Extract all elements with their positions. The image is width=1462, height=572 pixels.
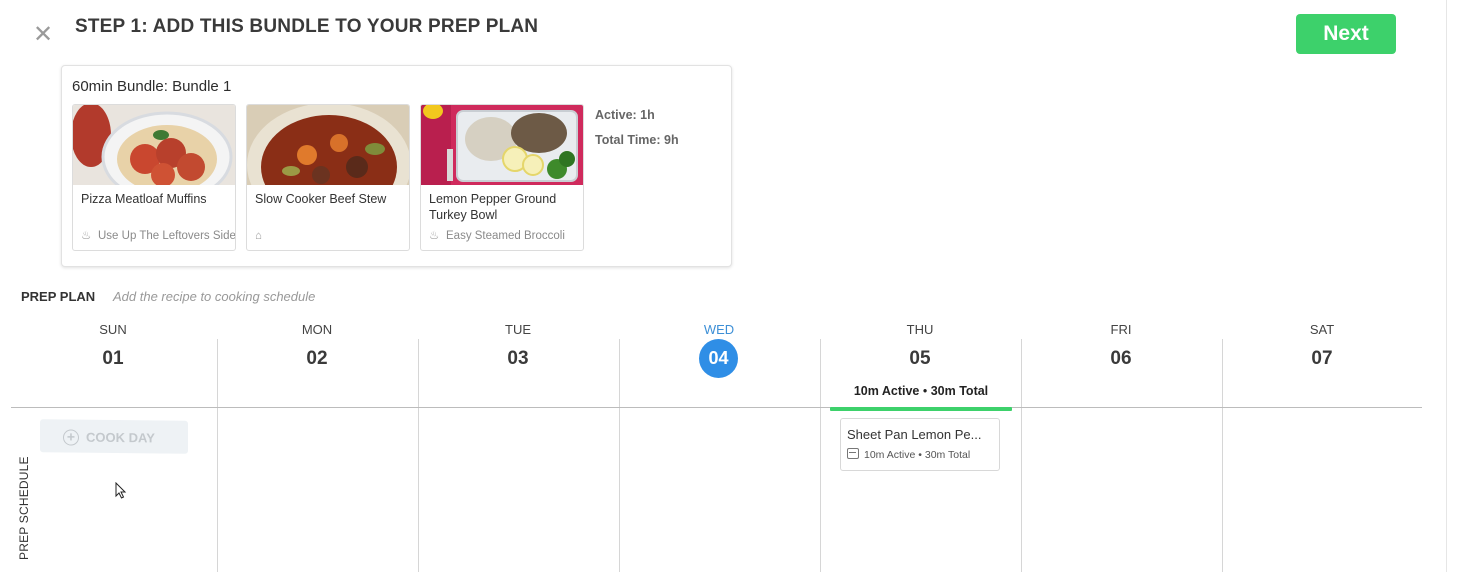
recipe-card-pizza-meatloaf-muffins[interactable]: Pizza Meatloaf Muffins ♨ Use Up The Lefto…: [72, 104, 236, 251]
scheduled-recipe-card[interactable]: Sheet Pan Lemon Pe... 10m Active • 30m T…: [840, 418, 1000, 471]
recipe-photo: [421, 105, 583, 185]
day-number-fri[interactable]: 06: [1021, 348, 1221, 370]
prep-schedule-label: PREP SCHEDULE: [17, 456, 31, 560]
next-button[interactable]: Next: [1296, 14, 1396, 54]
day-number-thu[interactable]: 05: [820, 348, 1020, 370]
recipe-side: ♨ Easy Steamed Broccoli: [429, 230, 565, 242]
column-divider: [1021, 339, 1022, 572]
column-divider: [820, 339, 821, 572]
oven-icon: [847, 448, 859, 459]
recipe-card-slow-cooker-beef-stew[interactable]: Slow Cooker Beef Stew ⌂: [246, 104, 410, 251]
close-icon[interactable]: ✕: [30, 22, 56, 48]
bundle-title: 60min Bundle: Bundle 1: [72, 78, 232, 95]
add-cook-day-button[interactable]: + COOK DAY: [40, 419, 188, 454]
day-number-sat[interactable]: 07: [1222, 348, 1422, 370]
day-name-thu: THU: [906, 322, 934, 337]
recipe-name: Lemon Pepper Ground Turkey Bowl: [429, 192, 557, 222]
bundle-card: 60min Bundle: Bundle 1 Pizza Meatloaf Mu…: [61, 65, 732, 267]
recipe-photo: [247, 105, 409, 185]
day-number-wed-today[interactable]: 04: [699, 339, 738, 378]
recipe-name: Slow Cooker Beef Stew: [255, 192, 387, 206]
day-name-sun: SUN: [99, 322, 127, 337]
day-name-tue: TUE: [505, 322, 531, 337]
bundle-total-time: Total Time: 9h: [595, 133, 679, 147]
column-divider: [217, 339, 218, 572]
day-name-fri: FRI: [1110, 322, 1132, 337]
recipe-card-lemon-pepper-turkey-bowl[interactable]: Lemon Pepper Ground Turkey Bowl ♨ Easy St…: [420, 104, 584, 251]
column-divider: [1222, 339, 1223, 572]
thu-summary-bar: [830, 407, 1012, 411]
scrollbar-edge: [1446, 0, 1447, 572]
prep-plan-label: PREP PLAN: [21, 289, 96, 304]
day-name-sat: SAT: [1309, 322, 1335, 337]
mouse-cursor-icon: [115, 481, 127, 505]
steam-icon: ♨: [81, 230, 92, 242]
day-number-tue[interactable]: 03: [418, 348, 618, 370]
page-title: STEP 1: ADD THIS BUNDLE TO YOUR PREP PLA…: [75, 16, 539, 37]
column-divider: [418, 339, 419, 572]
slow-cooker-icon: ⌂: [255, 230, 262, 242]
prep-plan-modal: ✕ STEP 1: ADD THIS BUNDLE TO YOUR PREP P…: [0, 0, 1462, 572]
day-name-mon: MON: [301, 322, 333, 337]
column-divider: [619, 339, 620, 572]
scheduled-recipe-meta: 10m Active • 30m Total: [847, 448, 970, 461]
thu-time-summary: 10m Active • 30m Total: [853, 384, 989, 398]
day-name-wed: WED: [703, 322, 735, 337]
schedule-header-divider: [11, 407, 1422, 408]
day-number-sun[interactable]: 01: [13, 348, 213, 370]
recipe-name: Pizza Meatloaf Muffins: [81, 192, 207, 206]
bundle-active-time: Active: 1h: [595, 108, 655, 122]
plus-circle-icon: +: [63, 429, 79, 446]
recipe-side: ⌂: [255, 230, 409, 242]
steam-icon: ♨: [429, 230, 440, 242]
day-number-mon[interactable]: 02: [217, 348, 417, 370]
recipe-photo: [73, 105, 235, 185]
prep-plan-hint: Add the recipe to cooking schedule: [113, 289, 316, 304]
recipe-side: ♨ Use Up The Leftovers Side: [81, 230, 236, 242]
scheduled-recipe-title: Sheet Pan Lemon Pe...: [847, 427, 982, 442]
